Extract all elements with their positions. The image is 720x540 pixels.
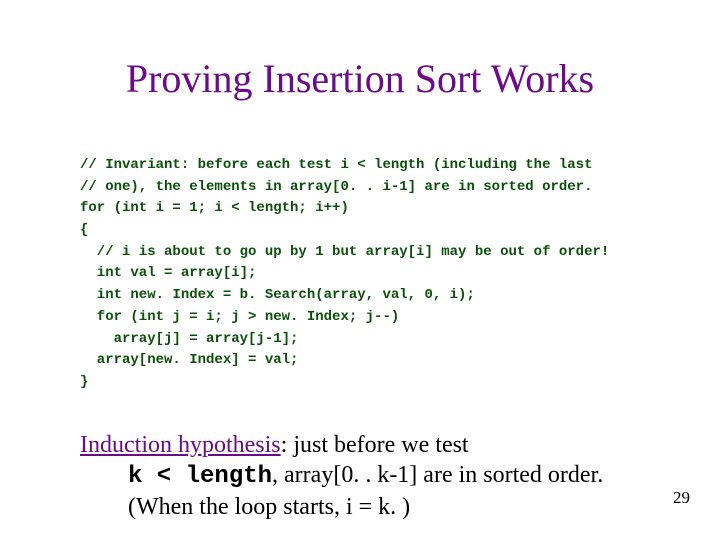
hypothesis-line2: k < length, array[0. . k-1] are in sorte… bbox=[80, 460, 640, 492]
code-line: for (int i = 1; i < length; i++) bbox=[80, 200, 349, 216]
code-line: array[new. Index] = val; bbox=[80, 352, 298, 368]
hypothesis-line3: (When the loop starts, i = k. ) bbox=[80, 492, 640, 522]
hypothesis-line2-rest: , array[0. . k-1] are in sorted order. bbox=[272, 462, 603, 488]
code-line: int val = array[i]; bbox=[80, 265, 256, 281]
hypothesis-text: : just before we test bbox=[281, 432, 469, 458]
slide: Proving Insertion Sort Works // Invarian… bbox=[0, 0, 720, 540]
code-line: // Invariant: before each test i < lengt… bbox=[80, 157, 592, 173]
code-line: int new. Index = b. Search(array, val, 0… bbox=[80, 287, 475, 303]
code-line: // i is about to go up by 1 but array[i]… bbox=[80, 244, 609, 260]
code-block: // Invariant: before each test i < lengt… bbox=[80, 155, 660, 394]
code-line: for (int j = i; j > new. Index; j--) bbox=[80, 309, 399, 325]
code-line: { bbox=[80, 222, 88, 238]
hypothesis-lead: Induction hypothesis bbox=[80, 432, 281, 458]
code-line: array[j] = array[j-1]; bbox=[80, 331, 298, 347]
hypothesis-mono: k < length bbox=[128, 463, 272, 490]
induction-hypothesis: Induction hypothesis: just before we tes… bbox=[80, 430, 640, 522]
slide-title: Proving Insertion Sort Works bbox=[0, 55, 720, 102]
code-line: } bbox=[80, 374, 88, 390]
slide-number: 29 bbox=[673, 488, 690, 508]
code-line: // one), the elements in array[0. . i-1]… bbox=[80, 179, 592, 195]
